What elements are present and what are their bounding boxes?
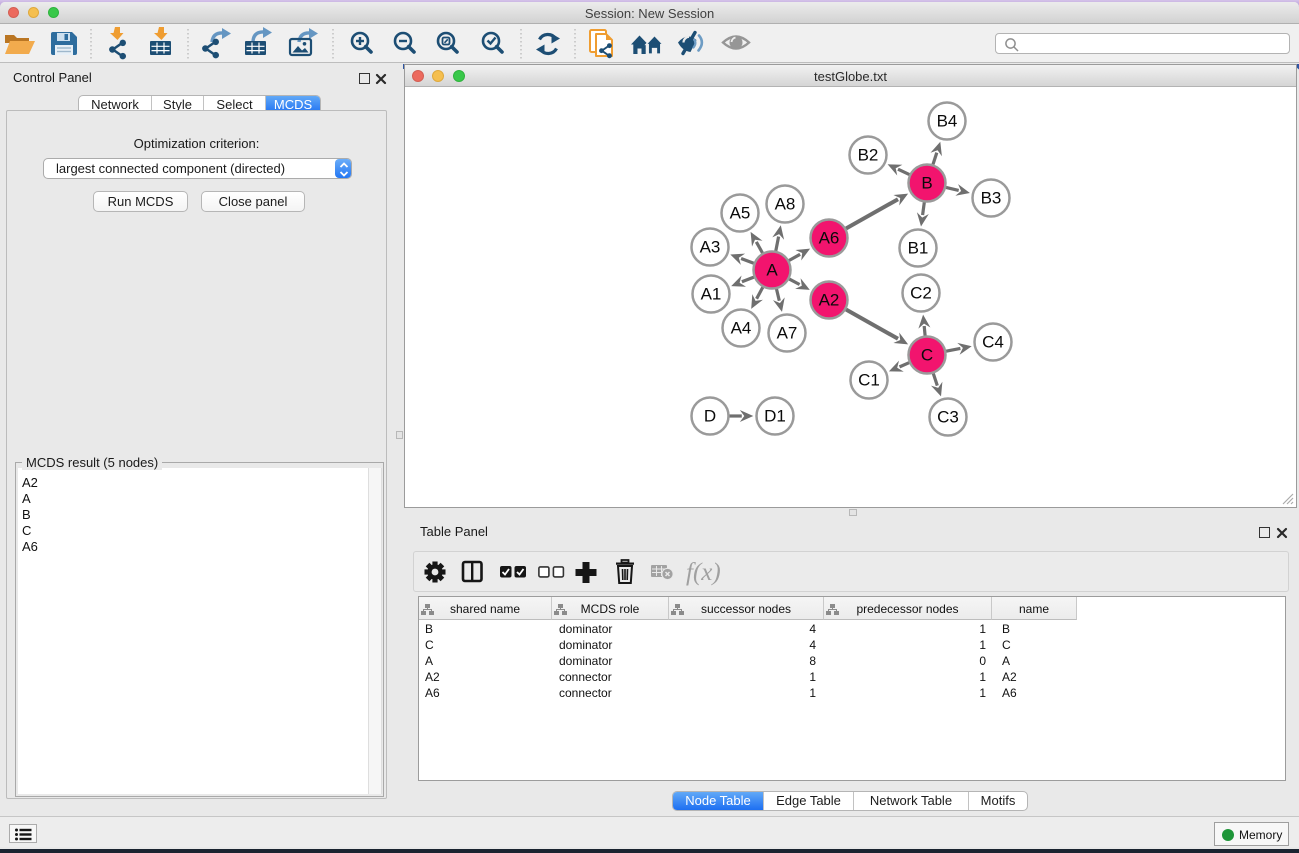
svg-text:A7: A7 bbox=[777, 324, 798, 343]
svg-text:f(x): f(x) bbox=[686, 559, 721, 586]
svg-text:B4: B4 bbox=[937, 112, 958, 131]
svg-text:B3: B3 bbox=[981, 189, 1002, 208]
svg-text:A4: A4 bbox=[731, 319, 752, 338]
svg-text:A5: A5 bbox=[730, 204, 751, 223]
svg-text:A6: A6 bbox=[819, 229, 840, 248]
svg-text:A8: A8 bbox=[775, 195, 796, 214]
svg-text:A3: A3 bbox=[700, 238, 721, 257]
svg-text:A2: A2 bbox=[819, 291, 840, 310]
svg-text:C2: C2 bbox=[910, 284, 932, 303]
svg-text:D: D bbox=[704, 407, 716, 426]
svg-text:C3: C3 bbox=[937, 408, 959, 427]
svg-text:C1: C1 bbox=[858, 371, 880, 390]
svg-text:C: C bbox=[921, 346, 933, 365]
svg-text:B2: B2 bbox=[858, 146, 879, 165]
svg-text:B1: B1 bbox=[908, 239, 929, 258]
svg-text:D1: D1 bbox=[764, 407, 786, 426]
svg-text:A1: A1 bbox=[701, 285, 722, 304]
svg-text:B: B bbox=[921, 174, 932, 193]
svg-text:A: A bbox=[766, 261, 778, 280]
svg-text:C4: C4 bbox=[982, 333, 1004, 352]
